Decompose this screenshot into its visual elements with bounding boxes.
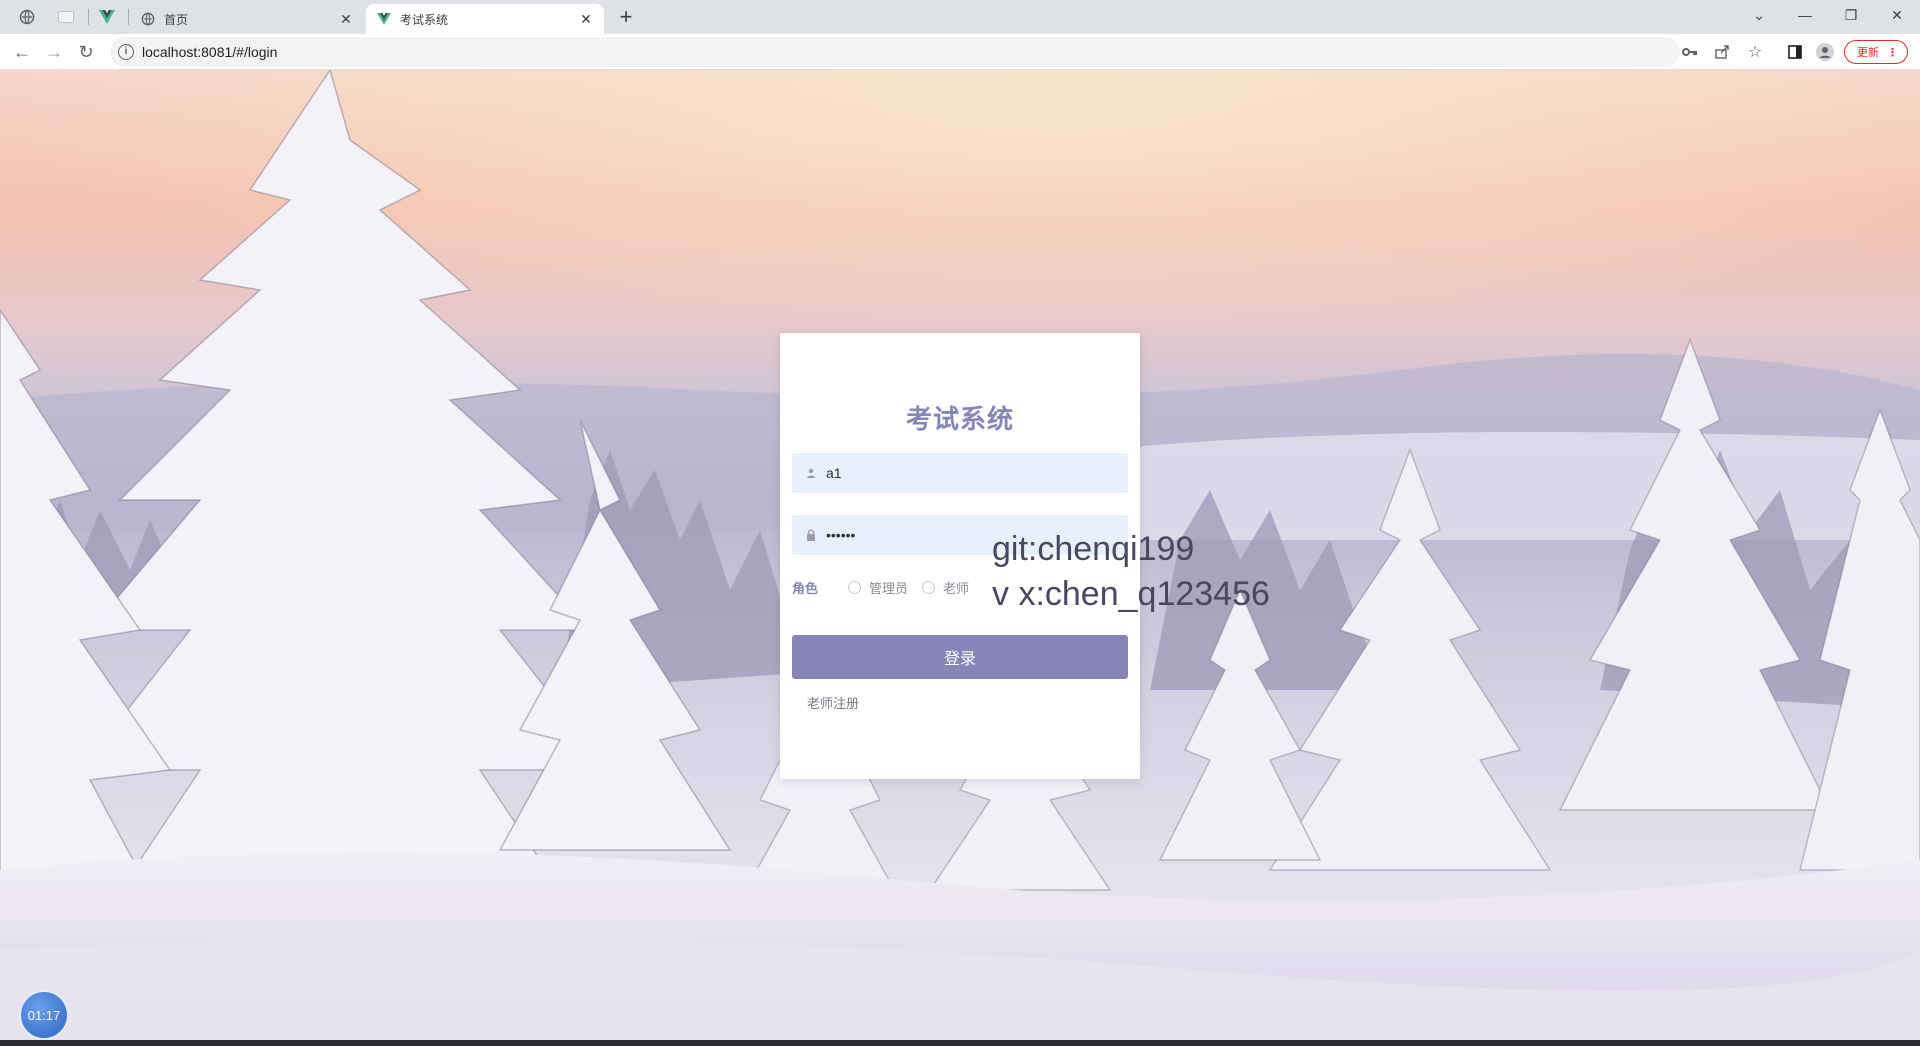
browser-tab-strip: 首页 ✕ 考试系统 ✕ + ⌄ — ❐ ✕ [0, 0, 1920, 34]
tab-title: 考试系统 [400, 12, 449, 27]
close-icon[interactable]: ✕ [578, 11, 594, 27]
bottom-edge-bar [0, 1040, 1920, 1046]
user-icon [804, 466, 818, 480]
pinned-tab-vue[interactable] [92, 4, 122, 30]
role-option-label: 管理员 [869, 580, 909, 596]
role-option-label: 老师 [943, 580, 970, 596]
login-button[interactable]: 登录 [792, 635, 1128, 679]
more-menu-icon: ⋮ [1887, 46, 1898, 59]
tab-divider [128, 9, 129, 25]
minimize-icon[interactable]: — [1782, 0, 1828, 30]
password-value: •••••• [826, 527, 856, 543]
login-title: 考试系统 [905, 404, 1014, 434]
bookmark-star-icon[interactable]: ☆ [1745, 42, 1765, 62]
pinned-tab-globe[interactable] [12, 4, 42, 30]
update-label: 更新 [1857, 47, 1879, 59]
tab-home[interactable]: 首页 ✕ [130, 4, 364, 34]
tab-divider [88, 9, 89, 25]
teacher-register-link[interactable]: 老师注册 [807, 693, 859, 712]
new-tab-button[interactable]: + [614, 6, 638, 30]
pinned-tab-blank[interactable] [51, 4, 81, 30]
role-radio-teacher[interactable]: 老师 [922, 578, 969, 597]
reload-icon[interactable]: ↻ [74, 40, 98, 64]
profile-avatar-icon[interactable] [1815, 42, 1835, 62]
watermark-wechat: v x:chen_q123456 [992, 575, 1270, 613]
vue-logo-icon [99, 10, 115, 24]
address-bar[interactable]: i localhost:8081/#/login [110, 37, 1680, 67]
restore-icon[interactable]: ❐ [1828, 0, 1874, 30]
tab-title: 首页 [164, 12, 189, 27]
username-field[interactable]: a1 [792, 453, 1128, 493]
recording-timer-badge[interactable]: 01:17 [19, 990, 69, 1040]
role-radio-admin[interactable]: 管理员 [848, 578, 908, 597]
radio-circle-icon [922, 580, 936, 594]
tab-search-chevron-icon[interactable]: ⌄ [1736, 0, 1782, 30]
role-label: 角色 [792, 580, 819, 596]
vue-logo-icon [376, 11, 392, 27]
globe-icon [140, 11, 156, 27]
login-page: 考试系统 a1 •••••• 角色 管理员 老师 登录 老师注册 git:che… [0, 70, 1920, 1040]
tab-exam-system[interactable]: 考试系统 ✕ [366, 4, 604, 34]
watermark-git: git:chenqi199 [992, 530, 1195, 568]
radio-circle-icon [848, 580, 861, 594]
side-panel-icon[interactable] [1785, 42, 1805, 62]
blank-page-icon [58, 11, 74, 23]
window-close-icon[interactable]: ✕ [1874, 0, 1920, 30]
browser-toolbar: ← → ↻ i localhost:8081/#/login ☆ 更新 ⋮ [0, 34, 1920, 70]
key-icon[interactable] [1680, 42, 1700, 62]
username-value: a1 [826, 465, 842, 481]
update-button[interactable]: 更新 ⋮ [1844, 40, 1908, 64]
forward-arrow-icon[interactable]: → [42, 40, 66, 64]
lock-icon [804, 528, 818, 542]
address-url: localhost:8081/#/login [142, 44, 278, 60]
globe-icon [19, 9, 35, 25]
share-icon[interactable] [1712, 42, 1732, 62]
close-icon[interactable]: ✕ [338, 11, 354, 27]
site-info-icon[interactable]: i [118, 44, 134, 60]
back-arrow-icon[interactable]: ← [10, 40, 34, 64]
